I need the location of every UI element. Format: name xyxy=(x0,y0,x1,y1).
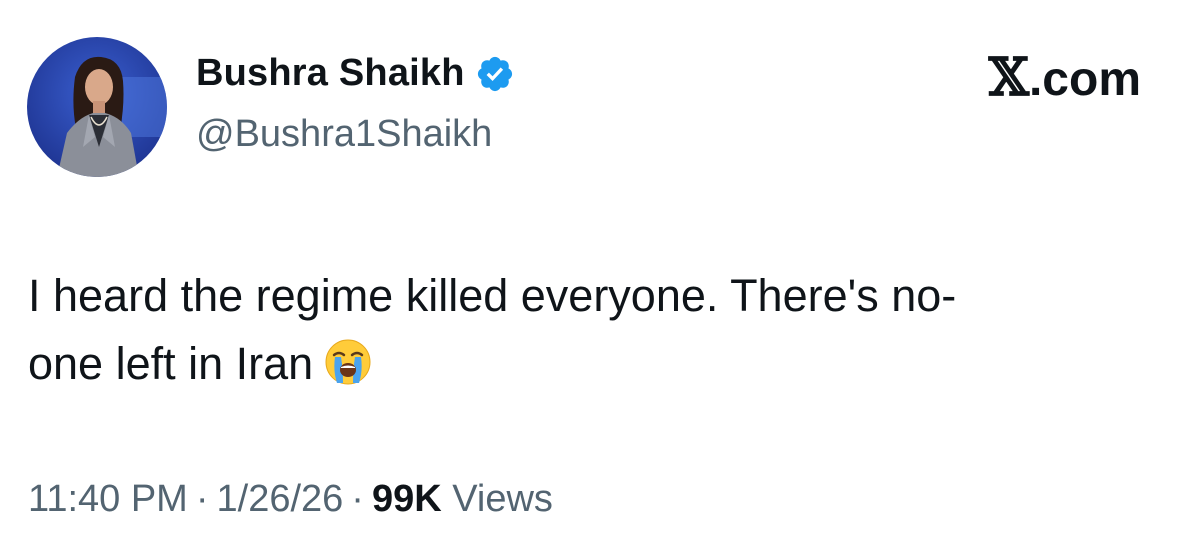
tweet-date[interactable]: 1/26/26 xyxy=(217,478,344,520)
meta-separator-1: · xyxy=(195,478,209,520)
x-com-logo: 𝕏 .com xyxy=(989,52,1141,107)
tweet-text-line-1: I heard the regime killed everyone. Ther… xyxy=(28,270,957,321)
loudly-crying-face-icon xyxy=(323,337,373,387)
verified-badge-icon[interactable] xyxy=(475,54,515,94)
meta-separator-2: · xyxy=(351,478,364,520)
author-handle[interactable]: @Bushra1Shaikh xyxy=(196,113,492,156)
tweet-card: Bushra Shaikh @Bushra1Shaikh 𝕏 .com I hea… xyxy=(0,0,1199,550)
tweet-time[interactable]: 11:40 PM xyxy=(28,478,188,520)
display-name[interactable]: Bushra Shaikh xyxy=(196,52,465,95)
tweet-meta: 11:40 PM · 1/26/26 · 99K Views xyxy=(28,478,553,521)
author-row: Bushra Shaikh xyxy=(196,52,515,95)
views-label: Views xyxy=(452,478,553,520)
tweet-text-line-2: one left in Iran xyxy=(28,330,1168,398)
x-logo-icon: 𝕏 xyxy=(988,47,1029,108)
tweet-text-line-2-words: one left in Iran xyxy=(28,338,314,389)
tweet-text: I heard the regime killed everyone. Ther… xyxy=(28,262,1168,398)
avatar-image xyxy=(27,37,167,177)
brand-suffix: .com xyxy=(1028,53,1141,106)
avatar[interactable] xyxy=(27,37,167,177)
views-count[interactable]: 99K xyxy=(372,478,442,520)
